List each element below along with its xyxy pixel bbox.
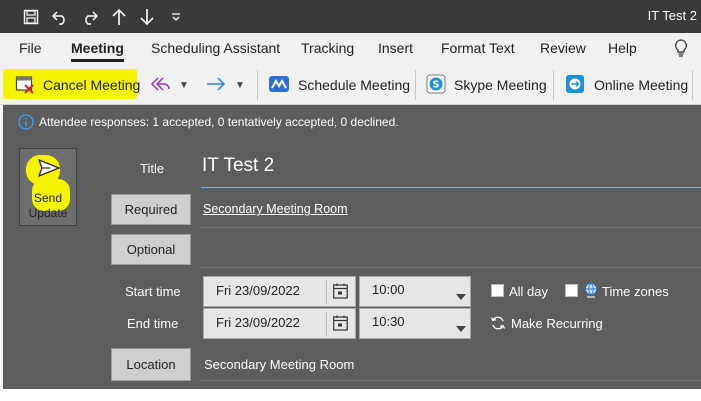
window-title: IT Test 2 (647, 8, 697, 23)
start-date-picker[interactable]: Fri 23/09/2022 (203, 276, 356, 307)
title-underline (201, 187, 701, 188)
optional-button[interactable]: Optional (111, 234, 191, 265)
field-divider (326, 312, 327, 336)
calendar-cancel-icon (15, 74, 35, 97)
message-body-area[interactable] (0, 389, 701, 401)
tab-help[interactable]: Help (608, 40, 637, 56)
required-button[interactable]: Required (111, 194, 191, 225)
online-meeting-button[interactable]: Online Meeting (565, 72, 688, 98)
end-date-value: Fri 23/09/2022 (216, 315, 300, 330)
location-underline (201, 380, 701, 381)
tab-meeting[interactable]: Meeting (71, 40, 124, 62)
time-zones-label: Time zones (602, 284, 669, 299)
title-bar: IT Test 2 (0, 0, 701, 33)
make-recurring-label: Make Recurring (511, 316, 603, 331)
tab-format-text[interactable]: Format Text (441, 40, 515, 56)
start-time-dropdown[interactable]: 10:00 (359, 276, 471, 307)
end-time-dropdown[interactable]: 10:30 (359, 308, 471, 339)
arrow-up-icon[interactable] (108, 6, 130, 28)
meeting-form: Attendee responses: 1 accepted, 0 tentat… (3, 105, 701, 389)
start-date-value: Fri 23/09/2022 (216, 283, 300, 298)
customize-icon[interactable] (165, 6, 187, 28)
chevron-down-icon (456, 288, 466, 303)
lightbulb-icon[interactable] (674, 39, 688, 62)
ribbon-divider (553, 70, 554, 100)
required-underline (201, 227, 701, 228)
forward-icon (205, 75, 227, 96)
undo-icon[interactable] (49, 6, 71, 28)
globe-icon (584, 282, 598, 303)
send-label: Send (33, 191, 63, 205)
schedule-meeting-icon (268, 75, 290, 96)
tab-review[interactable]: Review (540, 40, 586, 56)
end-time-label: End time (127, 316, 179, 331)
start-time-label: Start time (125, 284, 181, 299)
end-date-picker[interactable]: Fri 23/09/2022 (203, 308, 356, 339)
schedule-meeting-label: Schedule Meeting (298, 77, 411, 93)
title-label: Title (140, 161, 165, 176)
location-button[interactable]: Location (111, 348, 191, 381)
attendee-responses-text: Attendee responses: 1 accepted, 0 tentat… (39, 115, 399, 129)
chevron-down-icon: ▼ (179, 79, 189, 91)
ribbon-divider (692, 70, 693, 100)
calendar-icon (333, 315, 348, 334)
online-meeting-icon (565, 74, 585, 97)
info-icon (18, 114, 34, 135)
end-time-value: 10:30 (372, 314, 405, 329)
reply-dropdown-button[interactable]: ▼ (149, 72, 189, 98)
tab-file[interactable]: File (19, 40, 42, 56)
save-icon[interactable] (20, 6, 42, 28)
cancel-meeting-label: Cancel Meeting (43, 77, 141, 93)
skype-meeting-button[interactable]: S Skype Meeting (426, 72, 547, 98)
all-day-label: All day (509, 284, 549, 299)
time-zones-checkbox[interactable] (565, 284, 578, 297)
svg-text:S: S (432, 79, 439, 90)
online-meeting-label: Online Meeting (594, 77, 689, 93)
skype-meeting-label: Skype Meeting (454, 77, 547, 93)
arrow-down-icon[interactable] (136, 6, 158, 28)
ribbon-divider (257, 70, 258, 100)
tab-scheduling-assistant[interactable]: Scheduling Assistant (151, 40, 280, 56)
all-day-checkbox[interactable] (491, 284, 504, 297)
start-time-value: 10:00 (372, 282, 405, 297)
calendar-icon (333, 283, 348, 302)
required-attendee[interactable]: Secondary Meeting Room (203, 202, 348, 216)
menu-bar: File Meeting Scheduling Assistant Tracki… (0, 33, 701, 64)
ribbon-divider (415, 70, 416, 100)
skype-icon: S (426, 74, 446, 97)
reply-all-icon (149, 75, 171, 96)
redo-icon[interactable] (79, 6, 101, 28)
cancel-meeting-button[interactable]: Cancel Meeting (15, 72, 140, 98)
forward-dropdown-button[interactable]: ▼ (205, 72, 245, 98)
optional-underline (201, 267, 701, 268)
recurring-icon (490, 315, 506, 336)
tab-tracking[interactable]: Tracking (301, 40, 354, 56)
title-input[interactable]: IT Test 2 (202, 153, 701, 183)
schedule-meeting-button[interactable]: Schedule Meeting (268, 72, 410, 98)
send-icon (37, 158, 61, 182)
send-update-button[interactable]: Send Update (19, 148, 77, 226)
tab-insert[interactable]: Insert (378, 40, 413, 56)
chevron-down-icon: ▼ (235, 79, 245, 91)
location-input[interactable]: Secondary Meeting Room (204, 357, 354, 372)
chevron-down-icon (456, 320, 466, 335)
ribbon: Cancel Meeting ▼ ▼ Schedule Meeting S Sk… (0, 64, 701, 105)
update-label: Update (28, 206, 68, 220)
field-divider (326, 280, 327, 304)
